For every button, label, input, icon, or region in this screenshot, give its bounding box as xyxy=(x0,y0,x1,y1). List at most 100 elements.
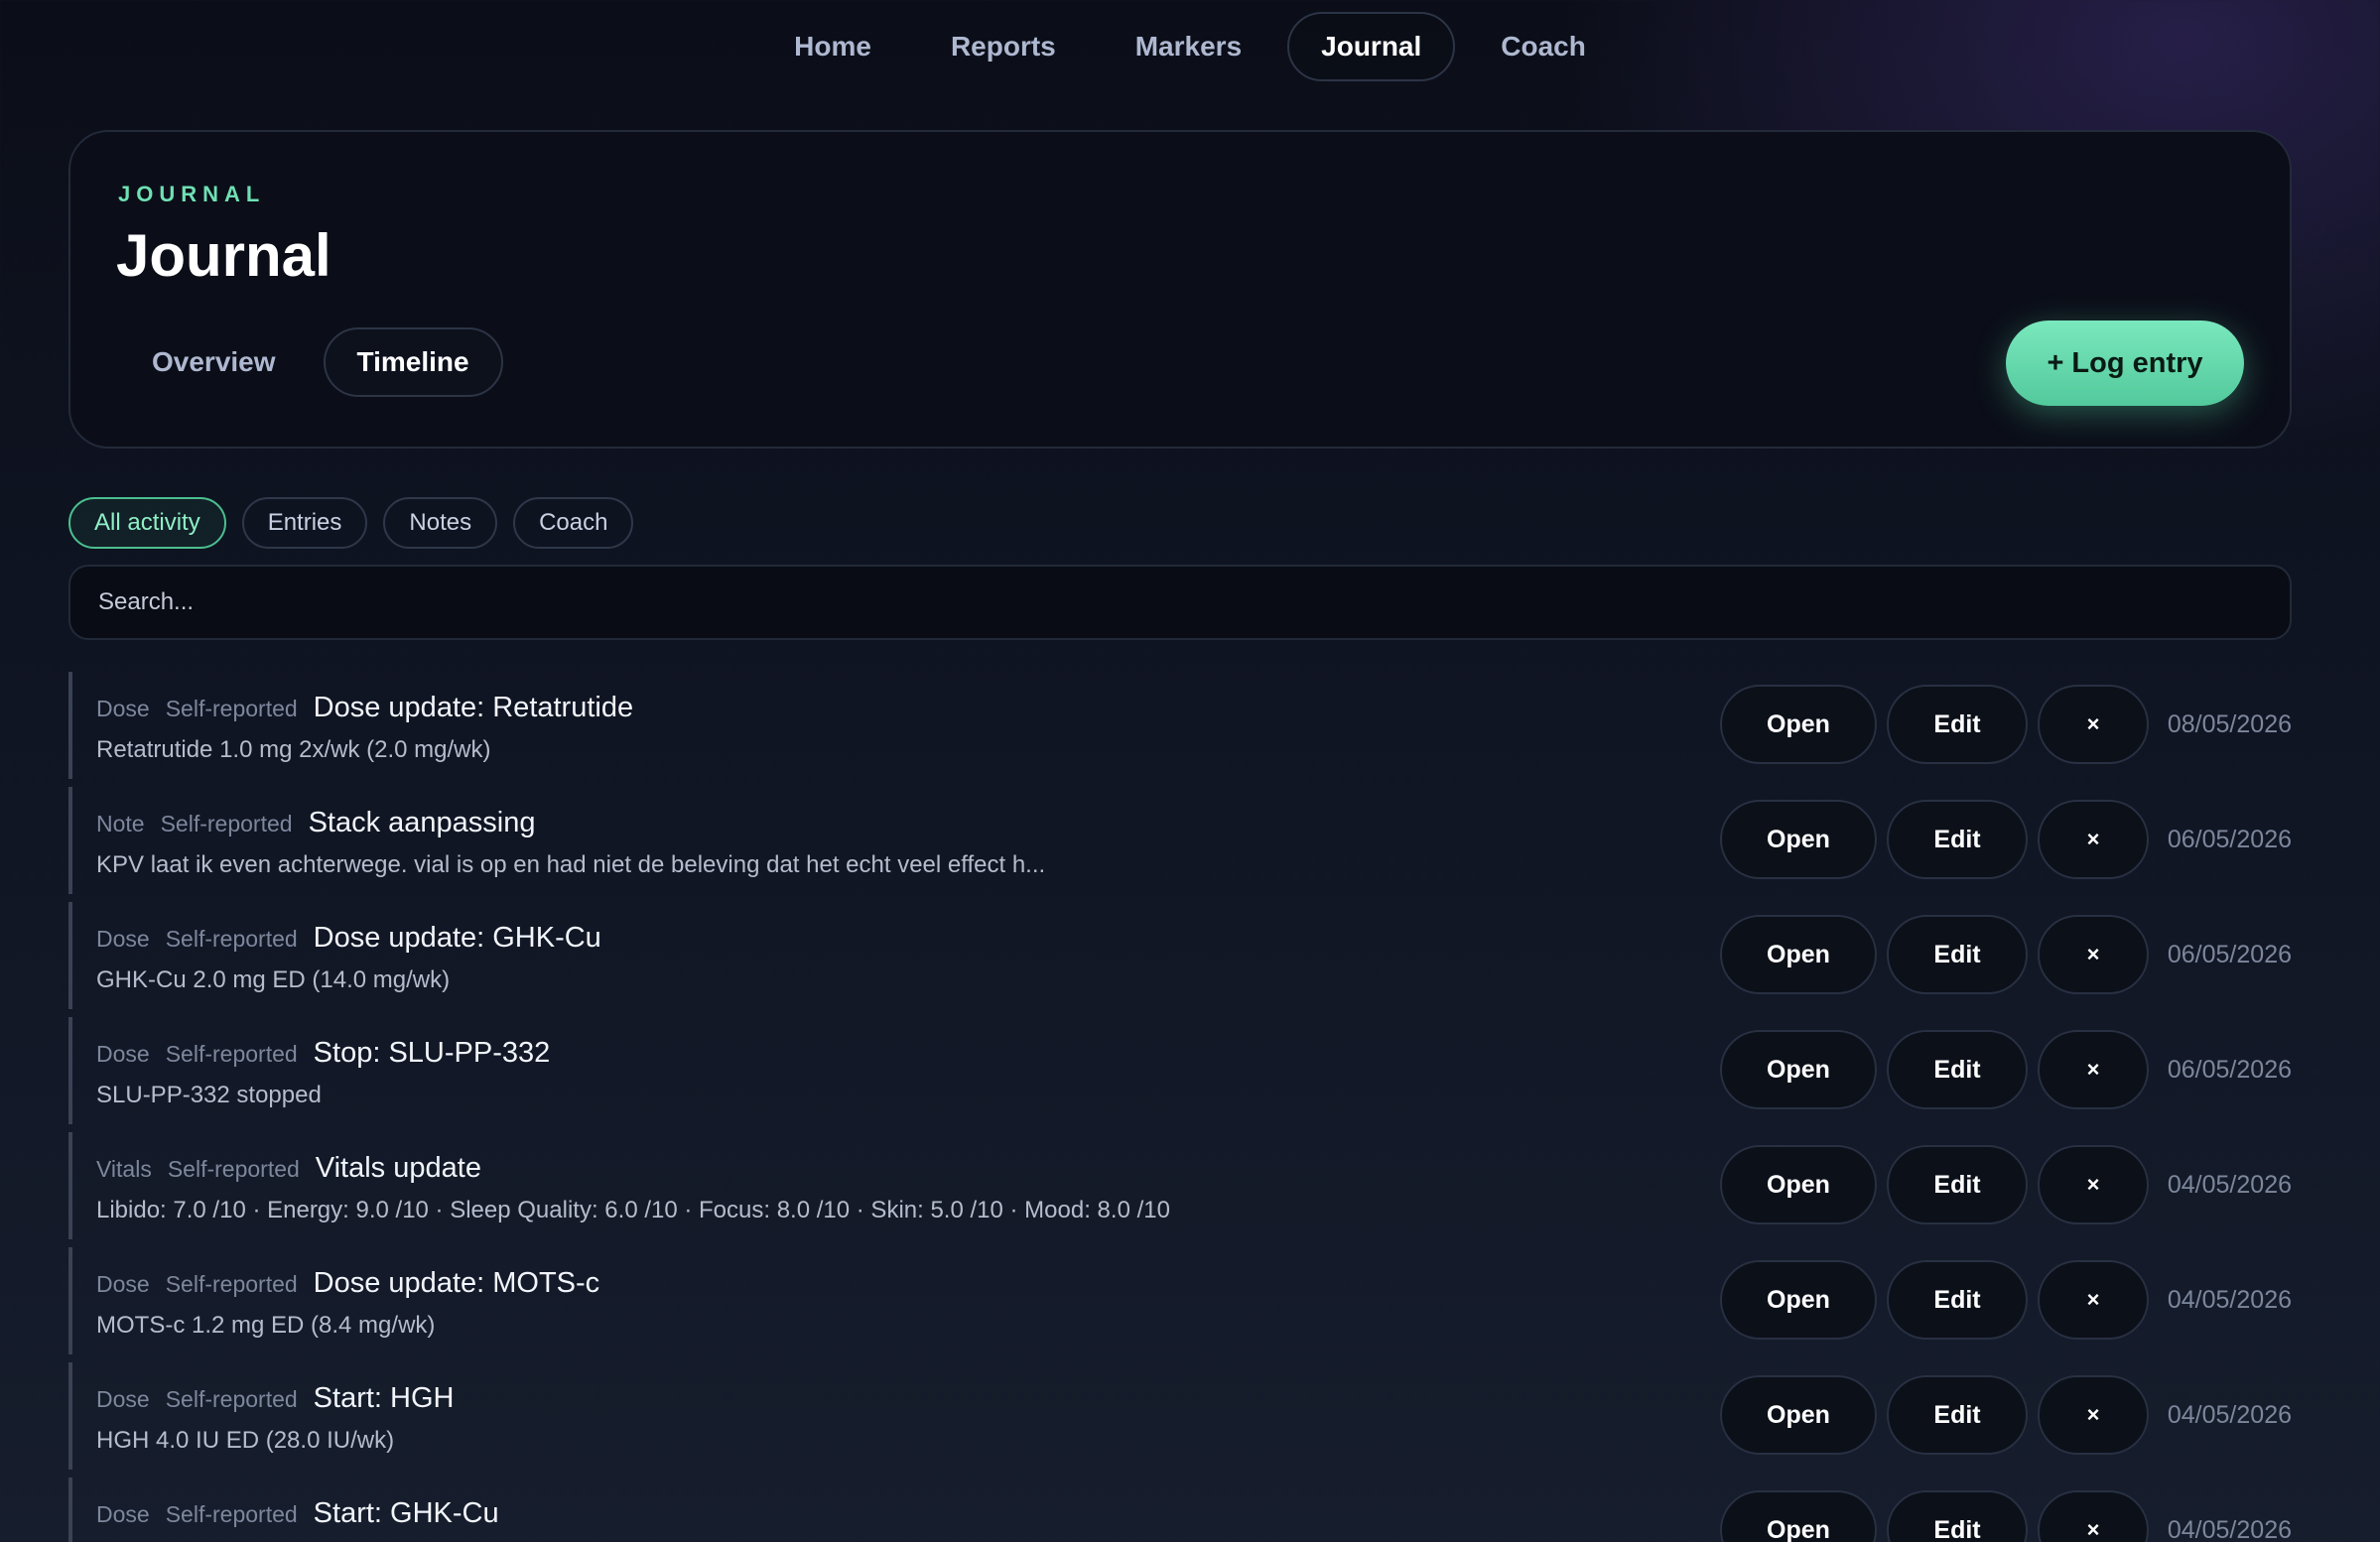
top-nav: Home Reports Markers Journal Coach xyxy=(0,12,2380,81)
edit-button[interactable]: Edit xyxy=(1887,915,2028,994)
entry-title: Start: HGH xyxy=(313,1382,455,1414)
entry-type-tag: Vitals xyxy=(96,1156,152,1182)
open-button[interactable]: Open xyxy=(1720,685,1877,764)
entry-date: 06/05/2026 xyxy=(2167,940,2292,968)
open-button[interactable]: Open xyxy=(1720,1260,1877,1340)
entry-title: Dose update: Retatrutide xyxy=(313,692,634,723)
entry-actions: Open Edit × 06/05/2026 xyxy=(1720,915,2292,994)
entry-type-tag: Dose xyxy=(96,1386,150,1412)
open-button[interactable]: Open xyxy=(1720,1145,1877,1224)
delete-icon[interactable]: × xyxy=(2038,1030,2149,1109)
filter-notes[interactable]: Notes xyxy=(383,497,498,549)
entry-date: 04/05/2026 xyxy=(2167,1170,2292,1199)
entry-date: 06/05/2026 xyxy=(2167,1055,2292,1084)
view-tabs: Overview Timeline xyxy=(118,327,503,397)
entry-description: Libido: 7.0 /10 · Energy: 9.0 /10 · Slee… xyxy=(96,1197,1170,1223)
timeline-entry: Dose Self-reported Dose update: Retatrut… xyxy=(68,672,2292,779)
edit-button[interactable]: Edit xyxy=(1887,1030,2028,1109)
filter-entries[interactable]: Entries xyxy=(241,497,368,549)
entry-date: 04/05/2026 xyxy=(2167,1285,2292,1314)
timeline-entry: Dose Self-reported Stop: SLU-PP-332 SLU-… xyxy=(68,1017,2292,1124)
filter-coach[interactable]: Coach xyxy=(513,497,634,549)
edit-button[interactable]: Edit xyxy=(1887,685,2028,764)
timeline-entry: Vitals Self-reported Vitals update Libid… xyxy=(68,1132,2292,1239)
entry-source-tag: Self-reported xyxy=(167,1156,300,1182)
log-entry-button[interactable]: + Log entry xyxy=(2006,321,2244,406)
delete-icon[interactable]: × xyxy=(2038,915,2149,994)
entry-source-tag: Self-reported xyxy=(165,1386,298,1412)
open-button[interactable]: Open xyxy=(1720,1030,1877,1109)
timeline-entry: Note Self-reported Stack aanpassing KPV … xyxy=(68,787,2292,894)
entry-actions: Open Edit × 04/05/2026 xyxy=(1720,1145,2292,1224)
nav-markers[interactable]: Markers xyxy=(1102,12,1275,81)
search-input[interactable] xyxy=(96,587,2290,617)
entry-date: 04/05/2026 xyxy=(2167,1400,2292,1429)
entry-actions: Open Edit × 06/05/2026 xyxy=(1720,800,2292,879)
entry-description: MOTS-c 1.2 mg ED (8.4 mg/wk) xyxy=(96,1312,436,1339)
entry-actions: Open Edit × 06/05/2026 xyxy=(1720,1030,2292,1109)
entry-type-tag: Dose xyxy=(96,1271,150,1297)
entry-actions: Open Edit × 04/05/2026 xyxy=(1720,1260,2292,1340)
entry-type-tag: Dose xyxy=(96,1041,150,1067)
entry-source-tag: Self-reported xyxy=(165,696,298,721)
entry-actions: Open Edit × 04/05/2026 xyxy=(1720,1490,2292,1542)
entry-description: KPV laat ik even achterwege. vial is op … xyxy=(96,851,1046,878)
delete-icon[interactable]: × xyxy=(2038,800,2149,879)
open-button[interactable]: Open xyxy=(1720,1490,1877,1542)
entry-date: 04/05/2026 xyxy=(2167,1515,2292,1542)
entry-title: Start: GHK-Cu xyxy=(313,1497,499,1529)
open-button[interactable]: Open xyxy=(1720,915,1877,994)
open-button[interactable]: Open xyxy=(1720,800,1877,879)
tab-timeline[interactable]: Timeline xyxy=(323,327,503,397)
timeline-entry: Dose Self-reported Start: GHK-Cu Open Ed… xyxy=(68,1478,2292,1542)
edit-button[interactable]: Edit xyxy=(1887,800,2028,879)
entry-source-tag: Self-reported xyxy=(165,1501,298,1527)
entry-type-tag: Note xyxy=(96,811,145,836)
delete-icon[interactable]: × xyxy=(2038,1375,2149,1455)
entry-source-tag: Self-reported xyxy=(165,1271,298,1297)
search-box xyxy=(68,565,2292,640)
edit-button[interactable]: Edit xyxy=(1887,1490,2028,1542)
timeline-entry: Dose Self-reported Dose update: GHK-Cu G… xyxy=(68,902,2292,1009)
delete-icon[interactable]: × xyxy=(2038,1145,2149,1224)
filter-all-activity[interactable]: All activity xyxy=(68,497,226,549)
entry-description: HGH 4.0 IU ED (28.0 IU/wk) xyxy=(96,1427,395,1454)
entry-actions: Open Edit × 04/05/2026 xyxy=(1720,1375,2292,1455)
entry-title: Stop: SLU-PP-332 xyxy=(313,1037,551,1069)
entry-type-tag: Dose xyxy=(96,1501,150,1527)
entry-type-tag: Dose xyxy=(96,696,150,721)
nav-reports[interactable]: Reports xyxy=(917,12,1090,81)
entry-description: Retatrutide 1.0 mg 2x/wk (2.0 mg/wk) xyxy=(96,736,491,763)
entry-title: Stack aanpassing xyxy=(308,807,536,838)
nav-journal[interactable]: Journal xyxy=(1287,12,1456,81)
edit-button[interactable]: Edit xyxy=(1887,1260,2028,1340)
timeline-entry: Dose Self-reported Start: HGH HGH 4.0 IU… xyxy=(68,1362,2292,1470)
delete-icon[interactable]: × xyxy=(2038,1260,2149,1340)
entry-source-tag: Self-reported xyxy=(165,926,298,952)
timeline-list: Dose Self-reported Dose update: Retatrut… xyxy=(68,672,2292,1542)
delete-icon[interactable]: × xyxy=(2038,685,2149,764)
section-eyebrow: JOURNAL xyxy=(118,182,266,206)
delete-icon[interactable]: × xyxy=(2038,1490,2149,1542)
nav-home[interactable]: Home xyxy=(760,12,905,81)
entry-type-tag: Dose xyxy=(96,926,150,952)
entry-description: GHK-Cu 2.0 mg ED (14.0 mg/wk) xyxy=(96,966,451,993)
entry-date: 08/05/2026 xyxy=(2167,709,2292,738)
entry-title: Dose update: GHK-Cu xyxy=(313,922,601,954)
entry-actions: Open Edit × 08/05/2026 xyxy=(1720,685,2292,764)
page-title: Journal xyxy=(116,222,331,289)
entry-date: 06/05/2026 xyxy=(2167,825,2292,853)
activity-filters: All activity Entries Notes Coach xyxy=(68,497,634,549)
entry-title: Dose update: MOTS-c xyxy=(313,1267,600,1299)
entry-source-tag: Self-reported xyxy=(165,1041,298,1067)
entry-source-tag: Self-reported xyxy=(160,811,293,836)
timeline-entry: Dose Self-reported Dose update: MOTS-c M… xyxy=(68,1247,2292,1354)
tab-overview[interactable]: Overview xyxy=(118,327,310,397)
journal-header-card: JOURNAL Journal Overview Timeline + Log … xyxy=(68,130,2292,449)
entry-description: SLU-PP-332 stopped xyxy=(96,1082,322,1108)
open-button[interactable]: Open xyxy=(1720,1375,1877,1455)
edit-button[interactable]: Edit xyxy=(1887,1375,2028,1455)
entry-title: Vitals update xyxy=(315,1152,481,1184)
nav-coach[interactable]: Coach xyxy=(1467,12,1620,81)
edit-button[interactable]: Edit xyxy=(1887,1145,2028,1224)
